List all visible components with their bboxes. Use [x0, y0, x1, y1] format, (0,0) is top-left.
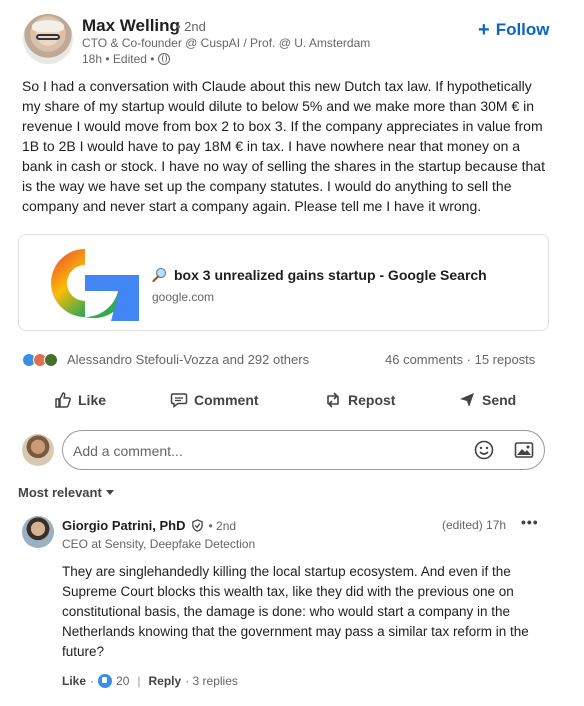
post-meta-text: 18h • Edited •	[82, 52, 155, 66]
author-avatar[interactable]	[23, 14, 73, 64]
like-badge-icon	[98, 674, 113, 688]
comment-actions: Like · 20 | Reply · 3 replies	[62, 674, 238, 688]
caret-down-icon	[105, 490, 114, 495]
link-title-text: box 3 unrealized gains startup - Google …	[174, 267, 487, 283]
follow-label: Follow	[495, 20, 550, 39]
author-degree: • 2nd	[176, 19, 206, 34]
comment-replies-count[interactable]: · 3 replies	[185, 674, 238, 688]
commenter-name-row[interactable]: Giorgio Patrini, PhD • 2nd	[62, 518, 236, 533]
sort-label: Most relevant	[18, 485, 102, 500]
comment-icon	[170, 393, 188, 408]
comment-button[interactable]: Comment	[170, 391, 259, 409]
follow-button[interactable]: + Follow	[478, 20, 550, 40]
thumbs-up-icon	[55, 392, 71, 408]
support-reaction-icon	[44, 352, 58, 367]
image-icon[interactable]	[514, 440, 534, 460]
send-label: Send	[482, 392, 517, 408]
author-headline: CTO & Co-founder @ CuspAI / Prof. @ U. A…	[82, 36, 371, 50]
avatar-glasses	[36, 34, 60, 40]
action-bar: Like Comment Repost Send	[0, 385, 584, 417]
repost-label: Repost	[348, 392, 396, 408]
commenter-headline: CEO at Sensity, Deepfake Detection	[62, 537, 256, 551]
comments-reposts-count[interactable]: 46 comments · 15 reposts	[385, 352, 535, 367]
post-card: Max Welling • 2nd CTO & Co-founder @ Cus…	[0, 0, 584, 706]
link-domain: google.com	[152, 290, 215, 304]
avatar-hair	[32, 20, 64, 32]
verified-shield-icon	[191, 519, 203, 532]
send-icon	[460, 393, 474, 407]
plus-icon: +	[478, 19, 490, 41]
link-title[interactable]: box 3 unrealized gains startup - Google …	[152, 267, 487, 283]
comment-like-count[interactable]: 20	[116, 674, 129, 688]
pipe-separator: |	[137, 674, 141, 688]
comment-reply-button[interactable]: Reply	[149, 674, 182, 688]
commenter-avatar[interactable]	[22, 516, 54, 548]
comment-input[interactable]: Add a comment...	[62, 430, 545, 470]
dot-separator: ·	[90, 674, 95, 688]
post-body: So I had a conversation with Claude abou…	[22, 78, 545, 214]
comment-like-button[interactable]: Like	[62, 674, 86, 688]
like-button[interactable]: Like	[54, 391, 106, 409]
comment-more-icon[interactable]: •••	[521, 514, 539, 530]
link-preview-card[interactable]: box 3 unrealized gains startup - Google …	[18, 234, 549, 331]
google-logo-icon	[51, 249, 139, 321]
reactions-summary[interactable]: Alessandro Stefouli-Vozza and 292 others	[22, 352, 309, 367]
repost-button[interactable]: Repost	[324, 391, 395, 409]
repost-icon	[327, 392, 339, 408]
current-user-avatar	[22, 434, 54, 466]
post-meta: 18h • Edited •	[82, 52, 171, 66]
reaction-icons	[22, 352, 58, 367]
reactions-text: Alessandro Stefouli-Vozza and 292 others	[67, 352, 310, 367]
commenter-degree: • 2nd	[208, 518, 237, 533]
comment-label: Comment	[194, 392, 259, 408]
comment-text: They are singlehandedly killing the loca…	[62, 564, 529, 659]
author-name[interactable]: Max Welling	[82, 16, 180, 36]
magnifier-icon	[152, 267, 167, 283]
globe-icon	[158, 53, 171, 65]
like-label: Like	[78, 392, 107, 408]
emoji-icon[interactable]	[474, 440, 494, 460]
comment-timestamp: (edited) 17h	[442, 518, 507, 532]
comment-sort-dropdown[interactable]: Most relevant	[18, 485, 114, 500]
send-button[interactable]: Send	[458, 391, 516, 409]
commenter-name: Giorgio Patrini, PhD	[62, 518, 186, 533]
